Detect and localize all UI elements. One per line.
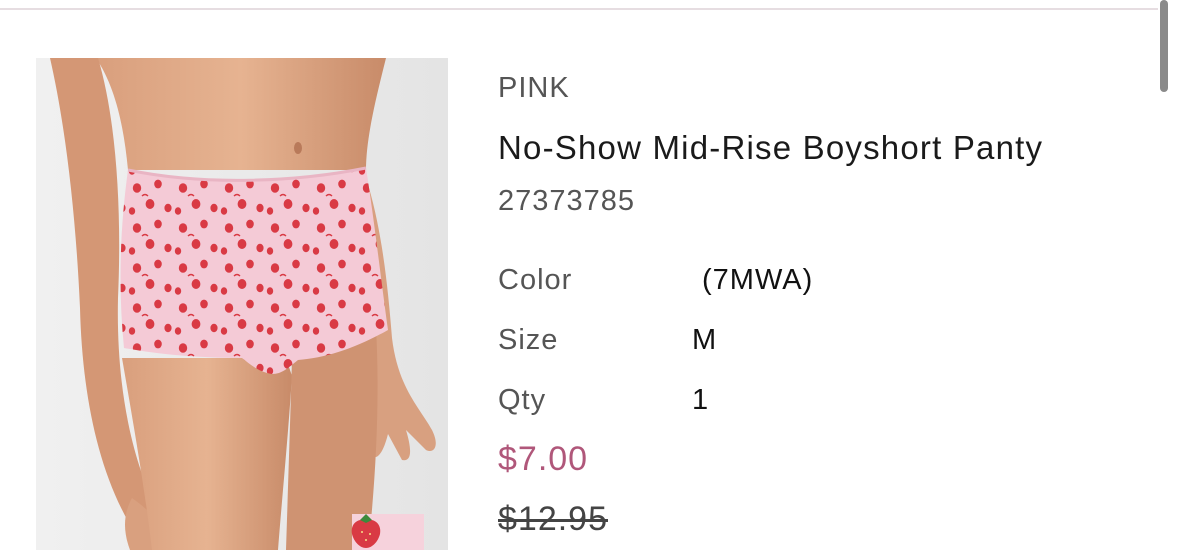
product-sku: 27373785 — [498, 185, 636, 217]
brand-name: PINK — [498, 72, 570, 104]
product-image[interactable] — [36, 58, 448, 550]
order-item-page: PINK No-Show Mid-Rise Boyshort Panty 273… — [0, 0, 1179, 550]
scrollbar[interactable] — [1160, 0, 1168, 92]
product-photo — [36, 58, 448, 550]
product-title[interactable]: No-Show Mid-Rise Boyshort Panty — [498, 129, 1043, 167]
size-value: M — [692, 324, 718, 356]
product-details: PINK No-Show Mid-Rise Boyshort Panty 273… — [498, 0, 1158, 550]
sale-price: $7.00 — [498, 440, 589, 478]
color-value: (7MWA) — [702, 264, 814, 296]
qty-value: 1 — [692, 384, 710, 416]
qty-label: Qty — [498, 384, 547, 416]
original-price: $12.95 — [498, 500, 608, 538]
size-label: Size — [498, 324, 559, 356]
color-label: Color — [498, 264, 573, 296]
